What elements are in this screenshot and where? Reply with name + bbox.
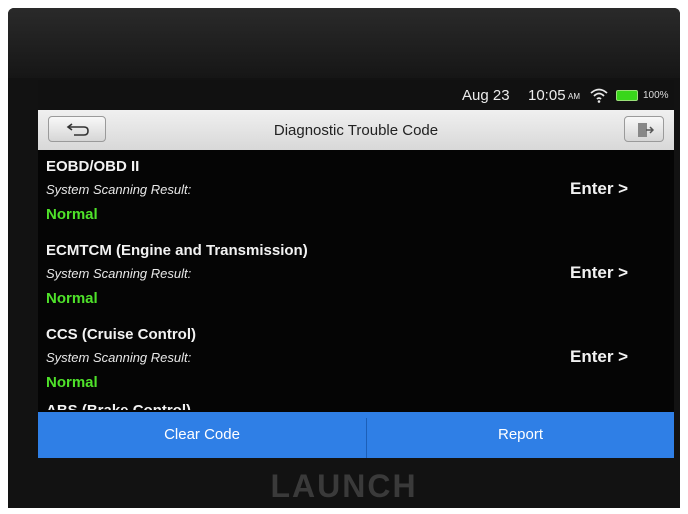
title-bar: Diagnostic Trouble Code [38, 110, 674, 150]
system-name: CCS (Cruise Control) [46, 326, 196, 343]
status-date: Aug 23 [462, 87, 510, 104]
system-name-partial: ABS (Brake Control) [46, 402, 191, 410]
status-time: 10:05 [528, 87, 566, 104]
system-name: ECMTCM (Engine and Transmission) [46, 242, 308, 259]
system-name: EOBD/OBD II [46, 158, 140, 175]
wifi-icon [590, 87, 608, 103]
system-item: CCS (Cruise Control) System Scanning Res… [38, 318, 674, 402]
page-title: Diagnostic Trouble Code [273, 122, 439, 139]
battery-percent: 100% [643, 90, 669, 101]
battery-icon [616, 90, 638, 101]
scan-result-label: System Scanning Result: [46, 182, 192, 197]
enter-button[interactable]: Enter > [570, 260, 650, 286]
device-screen: Aug 23 10:05 AM 100% Diagnostic Trouble … [38, 80, 674, 458]
system-list: EOBD/OBD II System Scanning Result: Norm… [38, 150, 674, 410]
enter-button[interactable]: Enter > [570, 344, 650, 370]
system-item: EOBD/OBD II System Scanning Result: Norm… [38, 150, 674, 234]
scan-status: Normal [46, 374, 98, 391]
scan-status: Normal [46, 290, 98, 307]
status-ampm: AM [568, 92, 580, 101]
system-item: ECMTCM (Engine and Transmission) System … [38, 234, 674, 318]
scan-status: Normal [46, 206, 98, 223]
scan-tool-device: Aug 23 10:05 AM 100% Diagnostic Trouble … [8, 8, 680, 508]
exit-icon [638, 123, 654, 137]
scan-result-label: System Scanning Result: [46, 266, 192, 281]
status-bar: Aug 23 10:05 AM 100% [38, 80, 674, 110]
report-button[interactable]: Report [367, 412, 674, 458]
enter-button[interactable]: Enter > [570, 176, 650, 202]
brand-logo: LAUNCH [270, 468, 418, 504]
action-bar: Clear Code Report [38, 412, 674, 458]
scan-result-label: System Scanning Result: [46, 350, 192, 365]
exit-button[interactable] [624, 116, 664, 142]
clear-code-button[interactable]: Clear Code [38, 412, 366, 458]
device-bezel [8, 8, 680, 78]
